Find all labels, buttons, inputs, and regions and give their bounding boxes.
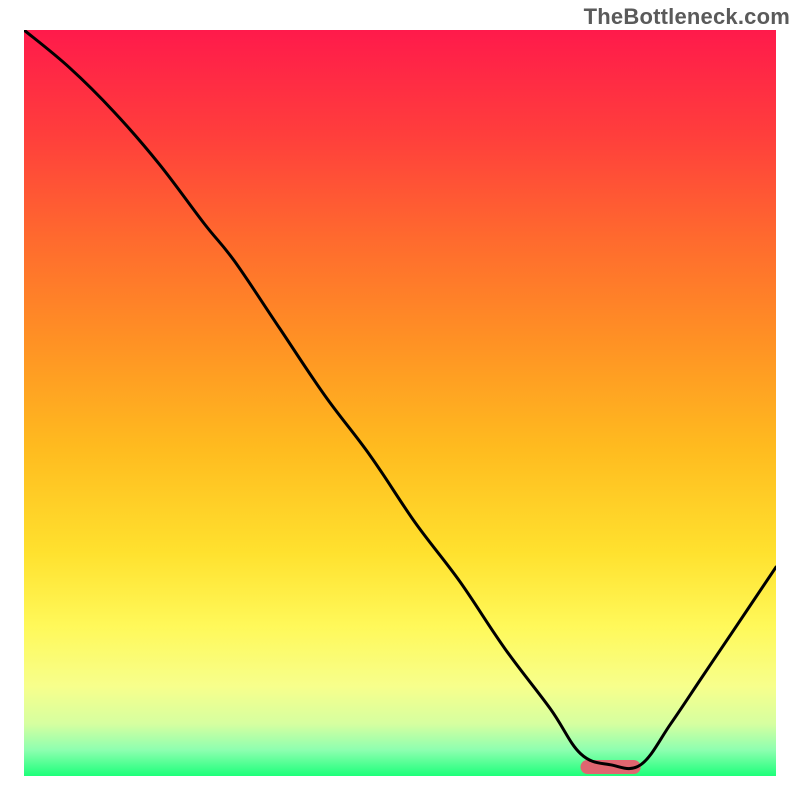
plot-area [24,30,776,776]
chart-svg [24,30,776,776]
watermark-text: TheBottleneck.com [584,4,790,30]
chart-root: TheBottleneck.com [0,0,800,800]
gradient-background [24,30,776,776]
